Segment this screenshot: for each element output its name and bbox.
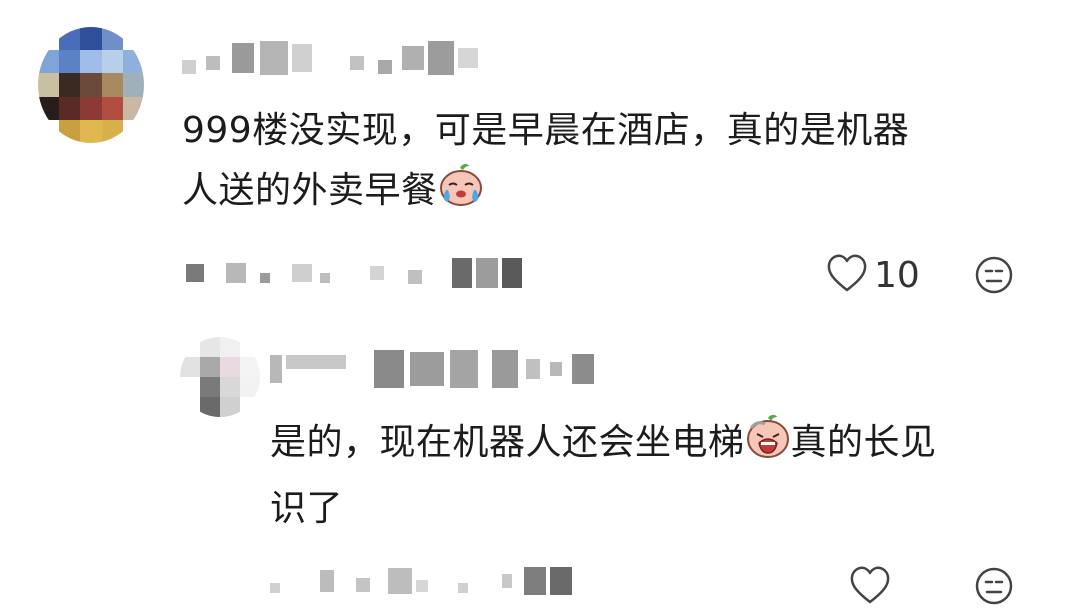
neutral-face-icon <box>974 256 1014 299</box>
heart-outline-icon <box>826 253 868 297</box>
reply-meta-blurred <box>270 566 572 596</box>
username-blurred[interactable] <box>182 40 478 76</box>
neutral-face-icon <box>974 567 1014 610</box>
dislike-button[interactable] <box>974 255 1014 299</box>
comment-text: 999楼没实现，可是早晨在酒店，真的是机器 人送的外卖早餐 <box>182 101 1032 227</box>
username-blurred[interactable] <box>270 350 594 388</box>
wailing-face-emoji <box>745 414 791 479</box>
reply-text: 是的，现在机器人还会坐电梯 真的长见 识了 <box>270 413 1060 539</box>
like-button[interactable] <box>849 565 897 609</box>
avatar[interactable] <box>38 27 144 143</box>
dislike-button[interactable] <box>974 566 1014 610</box>
comment-meta-blurred <box>186 258 522 288</box>
like-button[interactable]: 10 <box>826 253 920 297</box>
avatar[interactable] <box>180 337 260 417</box>
crying-face-emoji <box>438 162 484 227</box>
heart-outline-icon <box>849 565 891 609</box>
like-count: 10 <box>874 254 920 296</box>
